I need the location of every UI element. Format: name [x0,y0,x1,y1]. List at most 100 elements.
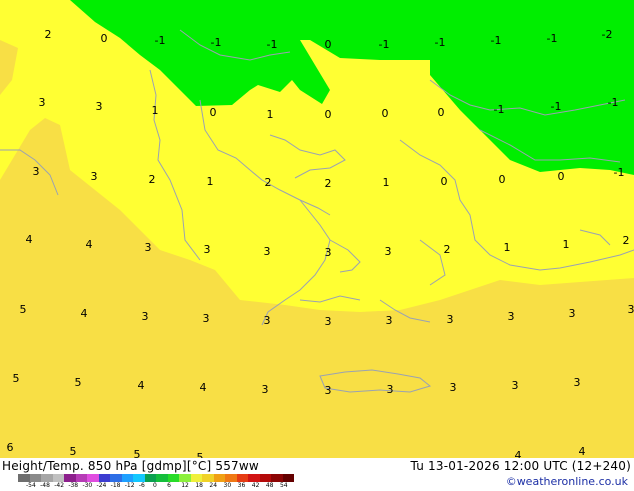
value-label: 1 [563,238,570,251]
value-label: 3 [262,383,269,396]
colorbar-segment [30,474,42,482]
value-label: 5 [70,445,77,458]
value-label: -1 [614,166,625,179]
value-label: -1 [491,34,502,47]
value-label: 3 [264,245,271,258]
temperature-map: 2 0 -1 -1 -1 0 -1 -1 -1 -1 -2 3 3 1 0 1 0 0 0 -1 -1 -1 3 3 2 1 2 2 1… [0,0,634,458]
value-label: 3 [91,170,98,183]
value-label: -1 [155,34,166,47]
value-label: 5 [134,448,141,458]
value-label: 0 [210,106,217,119]
value-label: 3 [450,381,457,394]
value-label: 0 [325,38,332,51]
forecast-time: Tu 13-01-2026 12:00 UTC (12+240) [411,459,631,473]
value-label: 6 [7,441,14,454]
value-label: -2 [602,28,613,41]
colorbar-segment [202,474,214,482]
value-label: -1 [494,103,505,116]
value-label: 4 [579,445,586,458]
value-label: 4 [200,381,207,394]
value-label: 3 [447,313,454,326]
colorbar-segment [214,474,226,482]
value-label: 0 [382,107,389,120]
value-label: 1 [267,108,274,121]
value-label: 3 [33,165,40,178]
value-label: 2 [623,234,630,247]
value-label: 3 [204,243,211,256]
colorbar-segment [122,474,134,482]
colorbar [18,474,294,482]
credit-link[interactable]: ©weatheronline.co.uk [506,475,628,488]
value-label: -1 [379,38,390,51]
value-label: -1 [211,36,222,49]
value-label: 3 [325,384,332,397]
value-label: 0 [438,106,445,119]
value-label: 5 [197,451,204,458]
value-label: 3 [203,312,210,325]
value-label: 0 [101,32,108,45]
value-label: -1 [547,32,558,45]
value-label: 3 [574,376,581,389]
value-label: 4 [26,233,33,246]
value-label: -1 [608,96,619,109]
value-label: 3 [325,246,332,259]
value-label: 2 [325,177,332,190]
value-label: -1 [267,38,278,51]
value-label: 4 [86,238,93,251]
map-title: Height/Temp. 850 hPa [gdmp][°C] 557ww [2,459,259,473]
value-label: 3 [569,307,576,320]
colorbar-segment [18,474,30,482]
value-label: 3 [325,315,332,328]
value-label: 5 [20,303,27,316]
colorbar-segment [41,474,53,482]
value-label: 1 [207,175,214,188]
value-label: 3 [264,314,271,327]
colorbar-segment [168,474,180,482]
value-label: 3 [145,241,152,254]
value-label: 1 [383,176,390,189]
value-label: 0 [325,108,332,121]
value-label: 2 [265,176,272,189]
colorbar-segment [248,474,260,482]
colorbar-segment [260,474,272,482]
colorbar-segment [87,474,99,482]
value-label: 5 [75,376,82,389]
colorbar-segment [283,474,295,482]
value-label: 2 [149,173,156,186]
value-label: 3 [508,310,515,323]
value-label: 3 [386,314,393,327]
value-label: 3 [387,383,394,396]
value-label: -1 [551,100,562,113]
value-label: 0 [441,175,448,188]
value-label: 1 [504,241,511,254]
value-label: 3 [96,100,103,113]
value-label: 2 [444,243,451,256]
colorbar-segment [179,474,191,482]
colorbar-segment [145,474,157,482]
value-label: 2 [45,28,52,41]
value-label: 3 [39,96,46,109]
value-label: 3 [628,303,634,316]
colorbar-segment [225,474,237,482]
colorbar-segment [271,474,283,482]
value-label: 4 [81,307,88,320]
value-label: 3 [385,245,392,258]
value-label: 1 [152,104,159,117]
colorbar-segment [191,474,203,482]
value-label: 3 [512,379,519,392]
value-label: 5 [13,372,20,385]
value-label: 4 [138,379,145,392]
colorbar-segment [53,474,65,482]
value-label: 0 [558,170,565,183]
value-label: 4 [515,449,522,458]
value-label: -1 [435,36,446,49]
colorbar-segment [64,474,76,482]
value-label: 0 [499,173,506,186]
colorbar-segment [76,474,88,482]
colorbar-segment [156,474,168,482]
colorbar-segment [237,474,249,482]
colorbar-segment [133,474,145,482]
colorbar-segment [110,474,122,482]
footer-bar: Height/Temp. 850 hPa [gdmp][°C] 557ww Tu… [0,458,634,490]
value-label: 3 [142,310,149,323]
